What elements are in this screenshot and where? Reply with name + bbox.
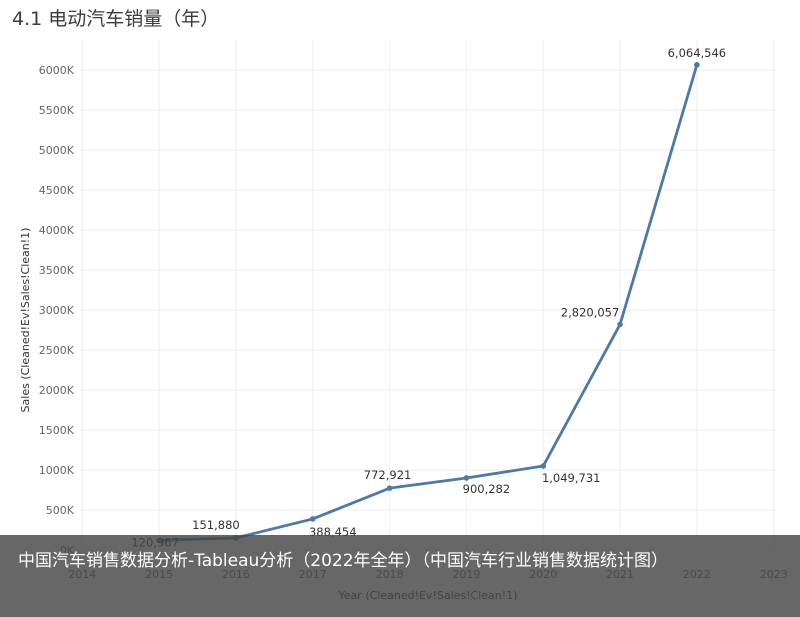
y-tick-label: 1000K — [39, 464, 75, 477]
data-label: 2,820,057 — [561, 305, 620, 319]
data-label: 1,049,731 — [542, 471, 601, 485]
data-point — [309, 516, 316, 522]
data-point — [463, 475, 470, 481]
data-label: 772,921 — [364, 468, 412, 482]
y-tick-label: 3000K — [39, 304, 75, 317]
y-tick-label: 5500K — [39, 104, 75, 117]
data-point — [617, 321, 623, 328]
y-tick-label: 4000K — [39, 224, 75, 237]
y-tick-label: 500K — [46, 504, 75, 517]
y-tick-label: 1500K — [39, 424, 75, 437]
line-chart: 0K500K1000K1500K2000K2500K3000K3500K4000… — [19, 40, 788, 602]
data-label: 151,880 — [192, 518, 240, 532]
y-tick-label: 3500K — [39, 264, 75, 277]
data-label: 900,282 — [463, 482, 511, 496]
data-point — [694, 62, 700, 68]
caption-overlay: 中国汽车销售数据分析-Tableau分析（2022年全年）（中国汽车行业销售数据… — [0, 535, 800, 617]
caption-text: 中国汽车销售数据分析-Tableau分析（2022年全年）（中国汽车行业销售数据… — [18, 551, 669, 571]
data-point — [386, 485, 393, 491]
y-tick-label: 6000K — [39, 64, 75, 77]
y-tick-label: 2000K — [39, 384, 75, 397]
data-label: 6,064,546 — [668, 46, 727, 60]
data-point — [540, 463, 547, 469]
y-axis-title: Sales (Cleaned!Ev!Sales!Clean!1) — [19, 228, 32, 413]
series-line — [157, 63, 699, 542]
y-tick-label: 2500K — [39, 344, 75, 357]
y-tick-label: 4500K — [39, 184, 75, 197]
y-tick-label: 5000K — [39, 144, 75, 157]
